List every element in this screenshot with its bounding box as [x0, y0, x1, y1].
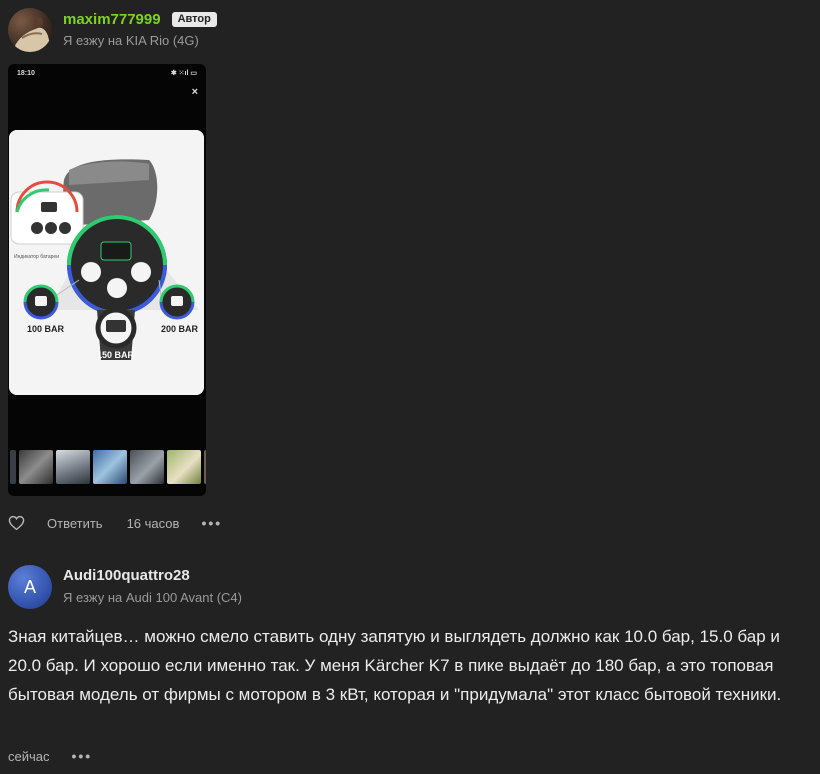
thumbnail[interactable]: [10, 450, 16, 484]
pressure-label-200: 200 BAR: [161, 324, 199, 334]
thumbnail[interactable]: [56, 450, 90, 484]
attached-image[interactable]: 18:10 ✱ ⁙ıl ▭ × Индикатор батареи 100 BA…: [8, 64, 206, 496]
battery-indicator-label: Индикатор батареи: [14, 254, 59, 260]
name-row: maxim777999 Автор: [63, 8, 217, 30]
car-info[interactable]: Я езжу на Audi 100 Avant (C4): [63, 590, 242, 605]
pressure-washer-graphic: Индикатор батареи 100 BAR 200 BAR 150 BA…: [9, 130, 204, 395]
more-dots-icon[interactable]: •••: [201, 515, 222, 531]
heart-outline-icon[interactable]: [8, 515, 25, 531]
avatar[interactable]: [8, 8, 52, 52]
reply-button[interactable]: Ответить: [47, 516, 103, 531]
timestamp[interactable]: сейчас: [8, 749, 50, 764]
thumbnail[interactable]: [204, 450, 206, 484]
thumbnail[interactable]: [19, 450, 53, 484]
thumbnail-strip: [8, 450, 206, 484]
username[interactable]: Audi100quattro28: [63, 565, 242, 587]
close-icon: ×: [191, 86, 198, 98]
phone-clock: 18:10: [17, 69, 35, 77]
thumbnail[interactable]: [130, 450, 164, 484]
pressure-label-100: 100 BAR: [27, 324, 65, 334]
author-meta: Audi100quattro28 Я езжу на Audi 100 Avan…: [63, 565, 242, 605]
author-meta: maxim777999 Автор Я езжу на KIA Rio (4G): [63, 8, 217, 48]
pressure-label-150: 150 BAR: [97, 350, 135, 360]
phone-status-bar: 18:10 ✱ ⁙ıl ▭: [8, 64, 206, 82]
username[interactable]: maxim777999: [63, 11, 161, 28]
timestamp[interactable]: 16 часов: [127, 516, 180, 531]
product-image: Индикатор батареи 100 BAR 200 BAR 150 BA…: [9, 130, 204, 395]
thumbnail[interactable]: [167, 450, 201, 484]
more-dots-icon[interactable]: •••: [72, 748, 93, 764]
phone-status-icons: ✱ ⁙ıl ▭: [170, 70, 197, 77]
avatar[interactable]: A: [8, 565, 52, 609]
author-badge: Автор: [171, 11, 217, 27]
thumbnail[interactable]: [93, 450, 127, 484]
comment-actions: сейчас •••: [8, 746, 92, 766]
comment-header: maxim777999 Автор Я езжу на KIA Rio (4G): [8, 8, 217, 52]
comment-header: A Audi100quattro28 Я езжу на Audi 100 Av…: [8, 565, 242, 609]
avatar-photo: [8, 17, 52, 52]
car-info[interactable]: Я езжу на KIA Rio (4G): [63, 33, 217, 48]
comment-text: Зная китайцев… можно смело ставить одну …: [8, 627, 782, 704]
comment-actions: Ответить 16 часов •••: [8, 513, 222, 533]
